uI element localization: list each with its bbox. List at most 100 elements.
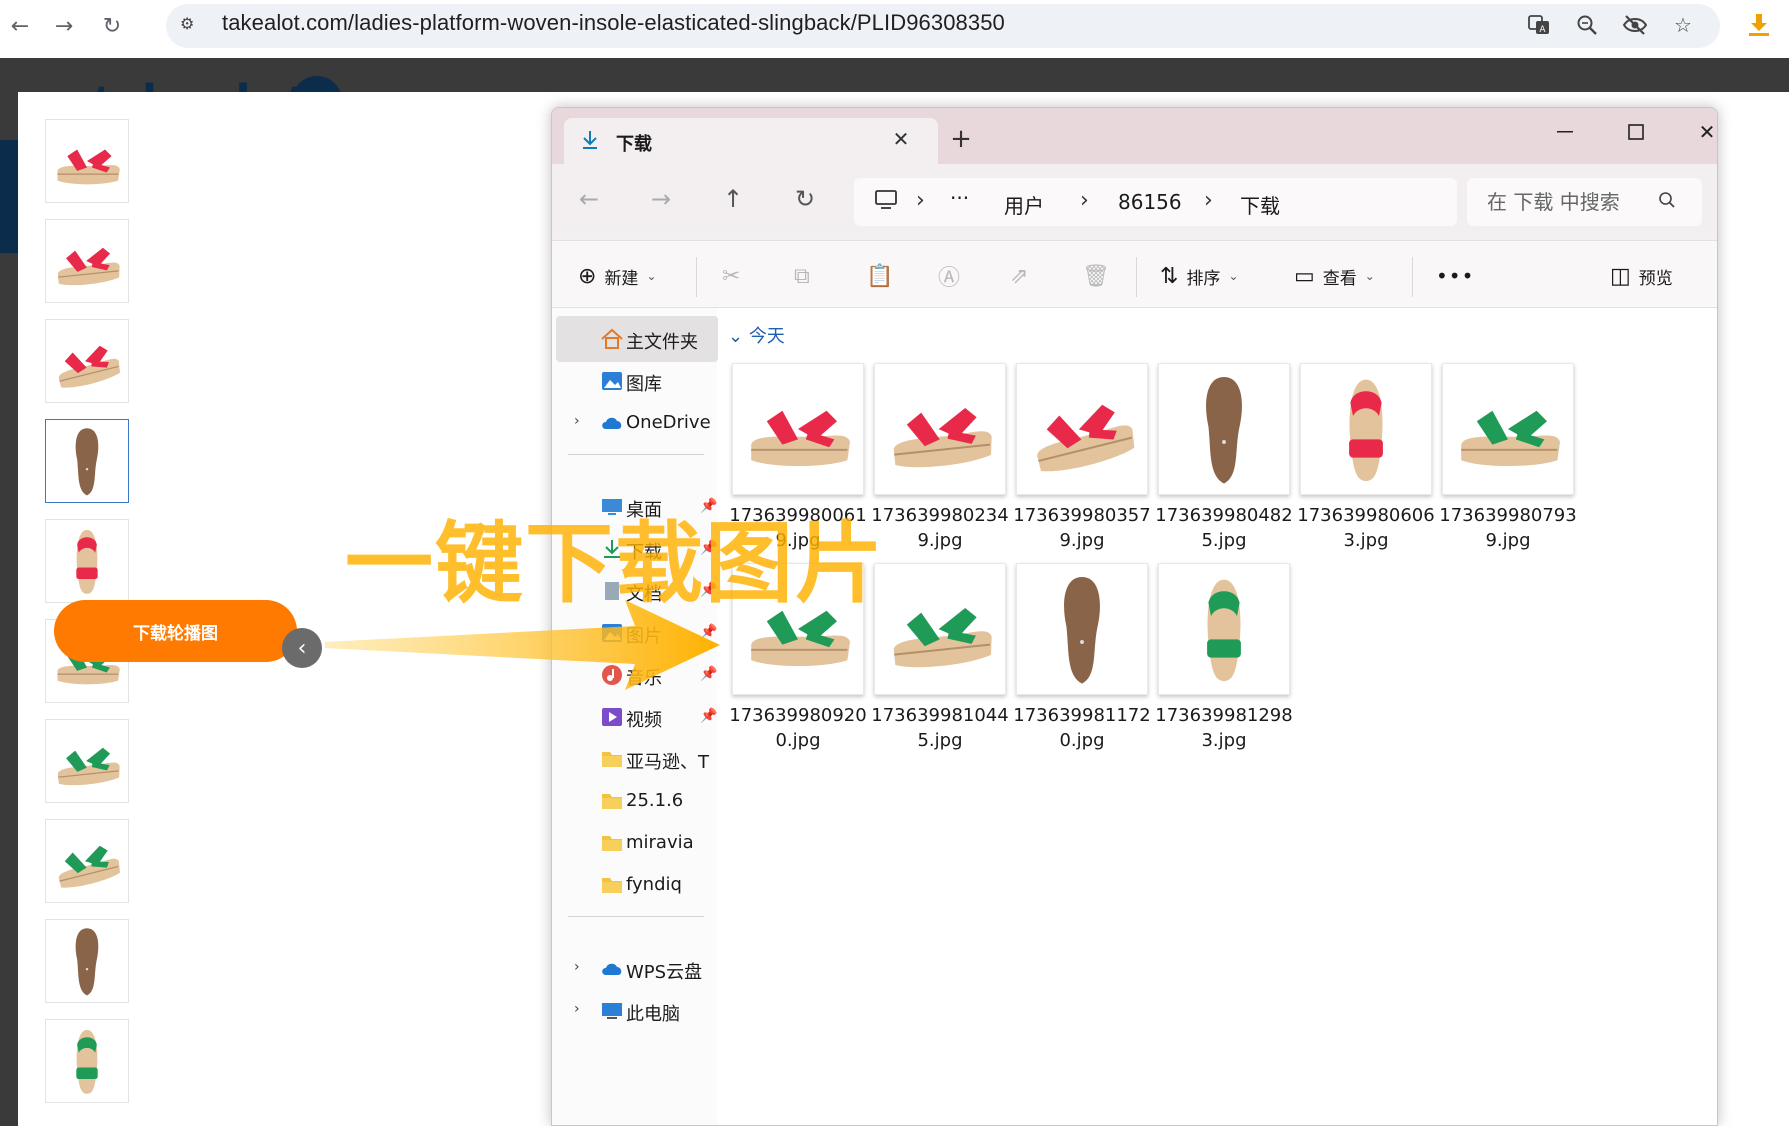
- star-icon[interactable]: ☆: [1669, 11, 1697, 39]
- product-thumbnail[interactable]: [45, 1019, 129, 1103]
- group-header-today[interactable]: ⌄ 今天: [728, 322, 785, 348]
- chevron-down-icon: ⌄: [1228, 269, 1239, 283]
- browser-toolbar: ← → ↻ ⚙ takealot.com/ladies-platform-wov…: [0, 0, 1789, 58]
- chevron-right-icon[interactable]: ›: [574, 959, 580, 975]
- pin-icon[interactable]: 📌: [700, 708, 717, 724]
- reload-icon[interactable]: ↻: [98, 12, 126, 40]
- minimize-button[interactable]: [1540, 112, 1590, 152]
- file-thumbnail: [1016, 563, 1148, 695]
- view-icon: ▭: [1294, 263, 1315, 289]
- chevron-right-icon[interactable]: ›: [574, 1001, 580, 1017]
- sidebar-item[interactable]: 亚马逊、T: [556, 736, 718, 782]
- sidebar-item[interactable]: 视频 📌: [556, 694, 718, 740]
- cut-icon[interactable]: ✂: [722, 259, 740, 293]
- folder-icon: [600, 790, 624, 812]
- site-logo: takealot: [92, 72, 342, 94]
- breadcrumb-user[interactable]: 86156: [1118, 190, 1182, 214]
- rename-icon[interactable]: Ⓐ: [938, 259, 960, 293]
- copy-icon[interactable]: ⧉: [794, 259, 810, 293]
- tab-downloads[interactable]: 下载 ✕: [564, 118, 938, 164]
- sort-button[interactable]: ⇅ 排序 ⌄: [1160, 259, 1239, 293]
- product-thumbnail[interactable]: [45, 519, 129, 603]
- group-label: 今天: [748, 326, 785, 347]
- product-thumbnail[interactable]: [45, 819, 129, 903]
- refresh-icon[interactable]: ↻: [788, 182, 822, 216]
- divider: [696, 257, 697, 297]
- folder-icon: [600, 874, 624, 896]
- file-name: 1736399802349.jpg: [871, 505, 1009, 551]
- product-thumbnail[interactable]: [45, 919, 129, 1003]
- carousel-prev-button[interactable]: ‹: [282, 628, 322, 668]
- product-thumbnail[interactable]: [45, 719, 129, 803]
- file-name: 1736399809200.jpg: [729, 705, 867, 751]
- more-options-button[interactable]: •••: [1436, 259, 1474, 293]
- breadcrumb-ellipsis[interactable]: ···: [950, 186, 969, 210]
- sidebar-item[interactable]: miravia: [556, 820, 718, 866]
- new-label: 新建: [604, 268, 639, 289]
- zoom-icon[interactable]: [1573, 11, 1601, 39]
- preview-label: 预览: [1638, 268, 1673, 289]
- computer-icon: [874, 189, 900, 213]
- breadcrumb-downloads[interactable]: 下载: [1240, 190, 1280, 219]
- cloud-icon: [600, 958, 624, 980]
- product-thumbnail[interactable]: [45, 419, 129, 503]
- file-thumbnail: [1442, 363, 1574, 495]
- forward-icon[interactable]: →: [50, 12, 78, 40]
- translate-icon[interactable]: A: [1525, 11, 1553, 39]
- sidebar-item-label: 视频: [626, 710, 662, 731]
- divider: [568, 454, 704, 455]
- navigation-pane: 主文件夹图库›OneDrive桌面📌下载📌文档📌图片📌音乐📌视频📌亚马逊、T25…: [552, 308, 718, 1125]
- chevron-right-icon: ›: [1080, 188, 1089, 213]
- share-icon[interactable]: ⇗: [1010, 259, 1028, 293]
- view-button[interactable]: ▭ 查看 ⌄: [1294, 259, 1375, 293]
- file-name: 1736399812983.jpg: [1155, 705, 1293, 751]
- new-tab-button[interactable]: +: [944, 122, 978, 156]
- sidebar-item-label: 图库: [626, 374, 662, 395]
- folder-icon: [600, 748, 624, 770]
- forward-icon[interactable]: →: [644, 182, 678, 216]
- back-icon[interactable]: ←: [6, 12, 34, 40]
- product-thumbnail[interactable]: [45, 119, 129, 203]
- breadcrumb-users[interactable]: 用户: [1004, 190, 1044, 219]
- sidebar-item[interactable]: 图库: [556, 358, 718, 404]
- sidebar-item[interactable]: › 此电脑: [556, 988, 718, 1034]
- sidebar-item[interactable]: fyndiq: [556, 862, 718, 908]
- preview-pane-icon: ◫: [1610, 263, 1631, 289]
- chevron-right-icon[interactable]: ›: [574, 413, 580, 429]
- back-icon[interactable]: ←: [572, 182, 606, 216]
- title-bar: 下载 ✕ + ✕: [552, 108, 1717, 164]
- eye-off-icon[interactable]: [1621, 11, 1649, 39]
- product-thumbnail[interactable]: [45, 219, 129, 303]
- sidebar-item-label: OneDrive: [626, 412, 711, 433]
- file-thumbnail: [1300, 363, 1432, 495]
- sidebar-item[interactable]: 主文件夹: [556, 316, 718, 362]
- tab-title: 下载: [616, 134, 652, 155]
- close-tab-icon[interactable]: ✕: [888, 126, 914, 152]
- delete-icon[interactable]: 🗑: [1082, 259, 1110, 293]
- maximize-button[interactable]: [1611, 112, 1661, 152]
- divider: [1412, 257, 1413, 297]
- folder-icon: [600, 832, 624, 854]
- sort-icon: ⇅: [1160, 263, 1179, 289]
- product-thumbnail[interactable]: [45, 319, 129, 403]
- new-button[interactable]: ⊕ 新建 ⌄: [578, 259, 657, 293]
- file-thumbnail: [1158, 563, 1290, 695]
- url-text[interactable]: takealot.com/ladies-platform-woven-insol…: [222, 10, 1005, 36]
- site-settings-icon[interactable]: ⚙: [180, 14, 206, 36]
- sidebar-item-label: 主文件夹: [626, 332, 698, 353]
- sidebar-item[interactable]: 25.1.6: [556, 778, 718, 824]
- download-icon[interactable]: [1744, 10, 1774, 40]
- file-list: ⌄ 今天 1736399800619.jpg 1736399802349.jpg…: [718, 308, 1717, 1125]
- breadcrumb[interactable]: › ··· 用户 › 86156 › 下载: [854, 178, 1457, 226]
- sidebar-item[interactable]: › OneDrive: [556, 400, 718, 446]
- close-window-button[interactable]: ✕: [1682, 112, 1717, 152]
- svg-text:A: A: [1539, 25, 1546, 35]
- preview-button[interactable]: ◫ 预览: [1610, 259, 1673, 293]
- up-icon[interactable]: ↑: [716, 182, 750, 216]
- paste-icon[interactable]: 📋: [866, 259, 893, 293]
- download-carousel-button[interactable]: 下载轮播图: [54, 600, 297, 662]
- sidebar-item[interactable]: › WPS云盘: [556, 946, 718, 992]
- file-thumbnail: [1158, 363, 1290, 495]
- file-name: 1736399811720.jpg: [1013, 705, 1151, 751]
- search-icon[interactable]: [1658, 191, 1680, 213]
